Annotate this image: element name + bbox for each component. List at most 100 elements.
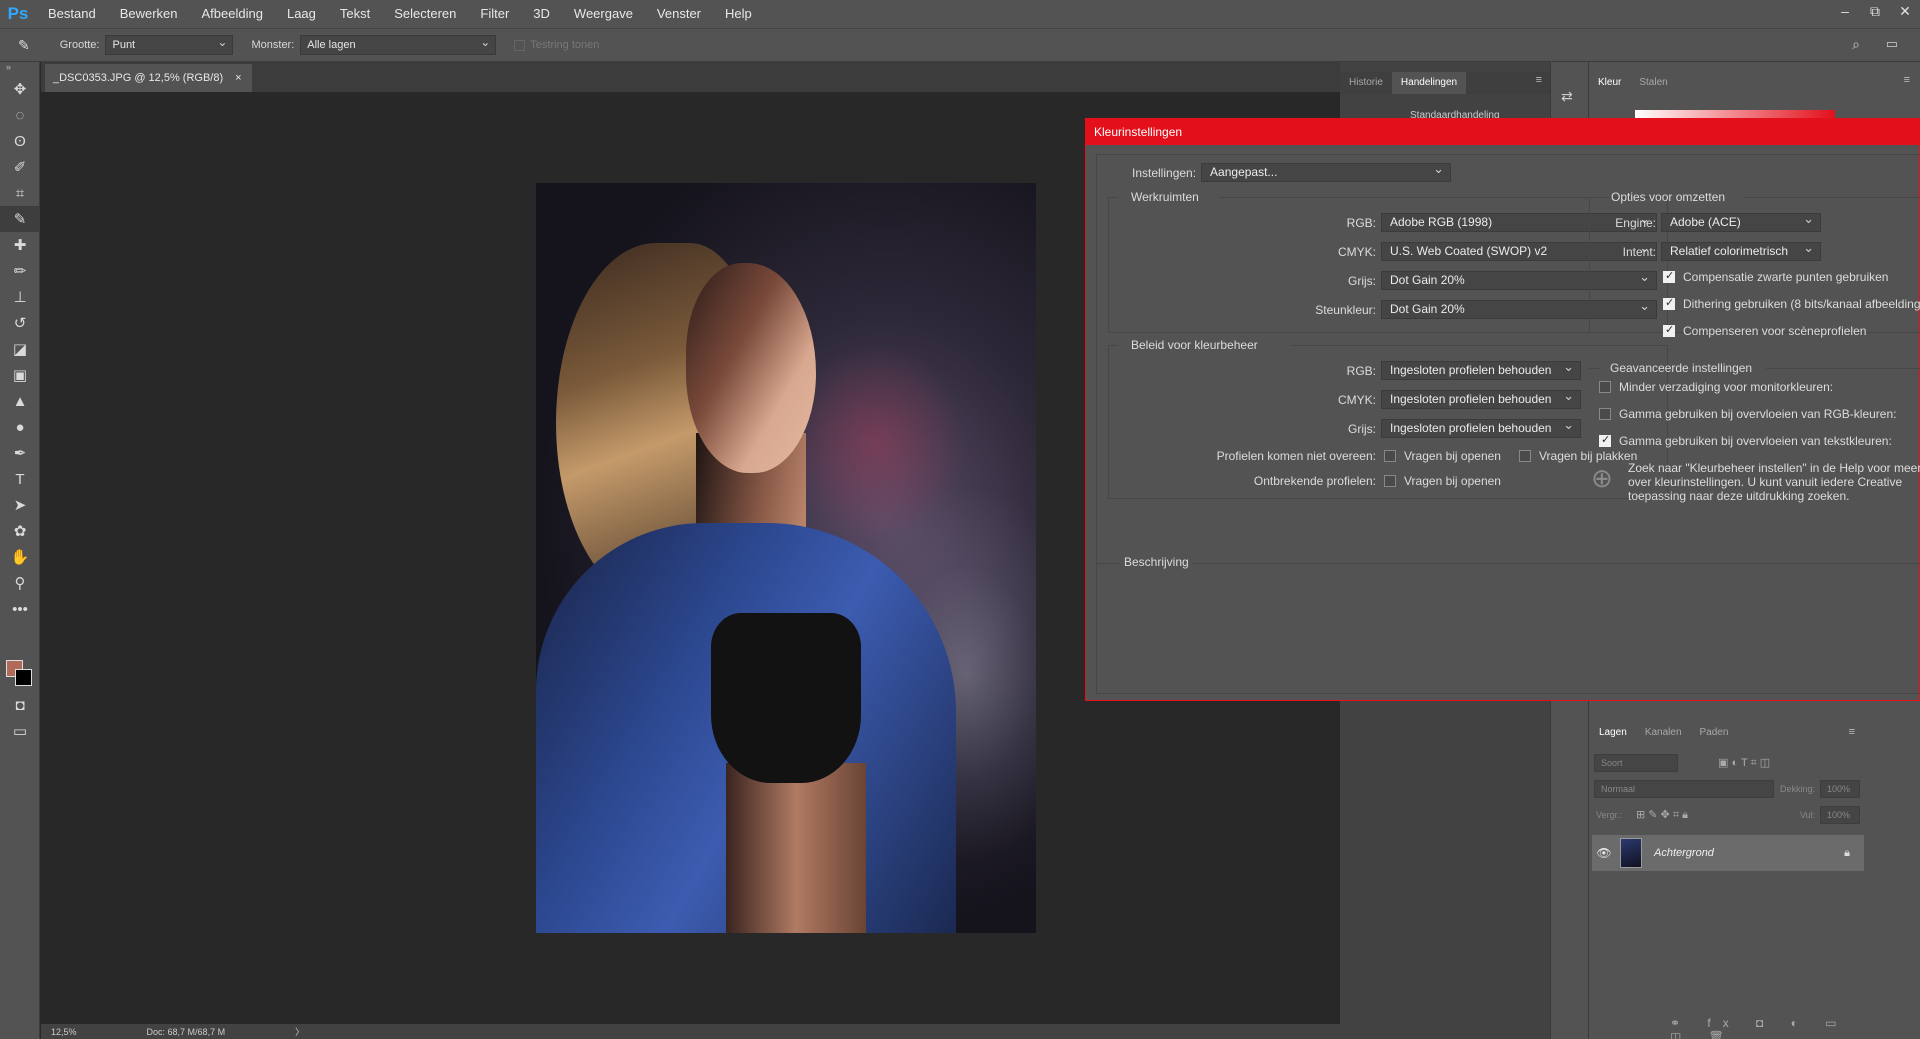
tab-handelingen[interactable]: Handelingen — [1391, 72, 1467, 94]
document-image[interactable] — [536, 183, 1036, 933]
policy-gray-row: Grijs: Ingesloten profielen behouden — [1146, 419, 1581, 438]
black-point-checkbox[interactable] — [1663, 269, 1675, 283]
policy-gray-select[interactable]: Ingesloten profielen behouden — [1381, 419, 1581, 438]
menu-filter[interactable]: Filter — [468, 0, 521, 28]
options-bar: ✎ Grootte: Punt Monster: Alle lagen Test… — [0, 28, 1920, 62]
sample-select[interactable]: Alle lagen — [300, 33, 497, 55]
menu-venster[interactable]: Venster — [645, 0, 713, 28]
advanced-rule-right — [1766, 368, 1920, 369]
intent-select[interactable]: Relatief colorimetrisch — [1661, 242, 1821, 261]
more-tools-icon[interactable]: ••• — [0, 596, 40, 622]
history-brush-icon[interactable]: ↺ — [0, 310, 40, 336]
zoom-tool-icon[interactable]: ⚲ — [0, 570, 40, 596]
fill-input[interactable]: 100% — [1820, 806, 1860, 824]
layer-filter-select[interactable]: Soort — [1594, 754, 1678, 772]
background-color-swatch[interactable] — [15, 669, 32, 686]
desaturate-checkbox[interactable] — [1599, 381, 1611, 393]
filter-icons[interactable]: ▣ ◐ T ⌗ ◫ — [1718, 756, 1770, 770]
description-title: Beschrijving — [1120, 555, 1193, 569]
menu-afbeelding[interactable]: Afbeelding — [190, 0, 275, 28]
settings-select[interactable]: Aangepast... — [1201, 163, 1452, 182]
layers-footer-icons[interactable]: ⚭ fx ◘ ◐ ▭ ◫ 🗑︎ — [1670, 1016, 1865, 1039]
pen-tool-icon[interactable]: ✒ — [0, 440, 40, 466]
status-zoom[interactable]: 12,5% — [51, 1027, 77, 1037]
tab-kanalen[interactable]: Kanalen — [1636, 718, 1691, 740]
close-window-icon[interactable]: ✕ — [1890, 0, 1920, 28]
policy-rgb-select[interactable]: Ingesloten profielen behouden — [1381, 361, 1581, 380]
crop-tool-icon[interactable]: ⌗ — [0, 180, 40, 206]
path-select-tool-icon[interactable]: ➤ — [0, 492, 40, 518]
lock-icons[interactable]: ⊞ ✎ ✥ ⌗ 🔒︎ — [1636, 808, 1688, 822]
tab-kleur[interactable]: Kleur — [1589, 72, 1631, 94]
tab-lagen[interactable]: Lagen — [1590, 718, 1636, 740]
show-ring-checkbox[interactable]: Testring tonen — [514, 39, 599, 51]
blend-text-gamma-checkbox[interactable] — [1599, 433, 1611, 447]
menu-help[interactable]: Help — [713, 0, 764, 28]
visibility-eye-icon[interactable]: 👁︎ — [1592, 846, 1616, 860]
shape-tool-icon[interactable]: ✿ — [0, 518, 40, 544]
eyedropper-tool-preset-icon[interactable]: ✎ — [18, 37, 30, 54]
size-select[interactable]: Punt — [105, 33, 234, 55]
ws-spot-row: Steunkleur: Dot Gain 20% — [1146, 300, 1657, 319]
search-icon[interactable]: ⌕ — [1852, 36, 1860, 53]
conv-cb3-row: Compenseren voor scèneprofielen — [1663, 323, 1867, 338]
restore-icon[interactable]: ⧉ — [1860, 0, 1890, 28]
brush-tool-icon[interactable]: ✏ — [0, 258, 40, 284]
blend-rgb-gamma-checkbox[interactable] — [1599, 408, 1611, 420]
dithering-checkbox[interactable] — [1663, 296, 1675, 310]
show-ring-label: Testring tonen — [530, 39, 600, 51]
policy-gray-label: Grijs: — [1348, 421, 1376, 436]
hand-tool-icon[interactable]: ✋ — [0, 544, 40, 570]
tab-paden[interactable]: Paden — [1691, 718, 1738, 740]
screen-mode-icon[interactable]: ▭ — [0, 718, 40, 744]
eraser-tool-icon[interactable]: ◪ — [0, 336, 40, 362]
close-tab-icon[interactable]: × — [235, 64, 241, 92]
menu-weergave[interactable]: Weergave — [562, 0, 645, 28]
history-panel-icon[interactable]: ⇄ — [1561, 88, 1573, 105]
policy-cmyk-row: CMYK: Ingesloten profielen behouden — [1146, 390, 1581, 409]
move-tool-icon[interactable]: ✥ — [0, 76, 40, 102]
policy-cmyk-select[interactable]: Ingesloten profielen behouden — [1381, 390, 1581, 409]
opacity-input[interactable]: 100% — [1820, 780, 1860, 798]
blend-mode-select[interactable]: Normaal — [1594, 780, 1774, 798]
eyedropper-tool-icon[interactable]: ✎ — [0, 206, 40, 232]
help-line-1: Zoek naar "Kleurbeheer instellen" in de … — [1628, 461, 1920, 475]
layers-menu-icon[interactable]: ≡ — [1849, 726, 1855, 738]
menu-laag[interactable]: Laag — [275, 0, 328, 28]
layer-row[interactable]: 👁︎ Achtergrond 🔒︎ — [1592, 835, 1864, 871]
scene-profiles-checkbox[interactable] — [1663, 323, 1675, 337]
workspace-icon[interactable]: ▭ — [1886, 36, 1898, 52]
document-tab[interactable]: _DSC0353.JPG @ 12,5% (RGB/8) × — [45, 64, 252, 92]
menu-bestand[interactable]: Bestand — [36, 0, 108, 28]
panel-menu-icon[interactable]: ≡ — [1536, 74, 1542, 86]
quick-mask-icon[interactable]: ◘ — [0, 692, 40, 718]
color-panel-menu-icon[interactable]: ≡ — [1904, 74, 1910, 86]
menu-tekst[interactable]: Tekst — [328, 0, 382, 28]
lasso-tool-icon[interactable]: ʘ — [0, 128, 40, 154]
tab-historie[interactable]: Historie — [1340, 72, 1392, 94]
dialog-title[interactable]: Kleurinstellingen — [1086, 119, 1919, 145]
minimize-icon[interactable]: – — [1830, 0, 1860, 28]
blur-tool-icon[interactable]: ▲ — [0, 388, 40, 414]
collapse-tools-icon[interactable]: » — [0, 62, 39, 76]
healing-brush-icon[interactable]: ✚ — [0, 232, 40, 258]
quick-select-tool-icon[interactable]: ✐ — [0, 154, 40, 180]
marquee-tool-icon[interactable]: ◌ — [0, 102, 40, 128]
tab-stalen[interactable]: Stalen — [1630, 72, 1676, 94]
missing-open-checkbox[interactable] — [1384, 475, 1396, 487]
menu-selecteren[interactable]: Selecteren — [382, 0, 468, 28]
image-face — [686, 263, 816, 473]
menu-3d[interactable]: 3D — [521, 0, 562, 28]
gradient-tool-icon[interactable]: ▣ — [0, 362, 40, 388]
scene-profiles-label: Compenseren voor scèneprofielen — [1683, 324, 1867, 338]
engine-select[interactable]: Adobe (ACE) — [1661, 213, 1821, 232]
mismatch-open-checkbox[interactable] — [1384, 450, 1396, 462]
status-arrow-icon[interactable]: 〉 — [295, 1025, 304, 1038]
sample-label: Monster: — [251, 39, 295, 51]
mismatch-paste-checkbox[interactable] — [1518, 450, 1531, 462]
dodge-tool-icon[interactable]: ● — [0, 414, 40, 440]
menu-bewerken[interactable]: Bewerken — [108, 0, 190, 28]
stamp-tool-icon[interactable]: ⊥ — [0, 284, 40, 310]
tools-panel: » ✥ ◌ ʘ ✐ ⌗ ✎ ✚ ✏ ⊥ ↺ ◪ ▣ ▲ ● ✒ T ➤ ✿ ✋ … — [0, 62, 40, 1039]
type-tool-icon[interactable]: T — [0, 466, 40, 492]
